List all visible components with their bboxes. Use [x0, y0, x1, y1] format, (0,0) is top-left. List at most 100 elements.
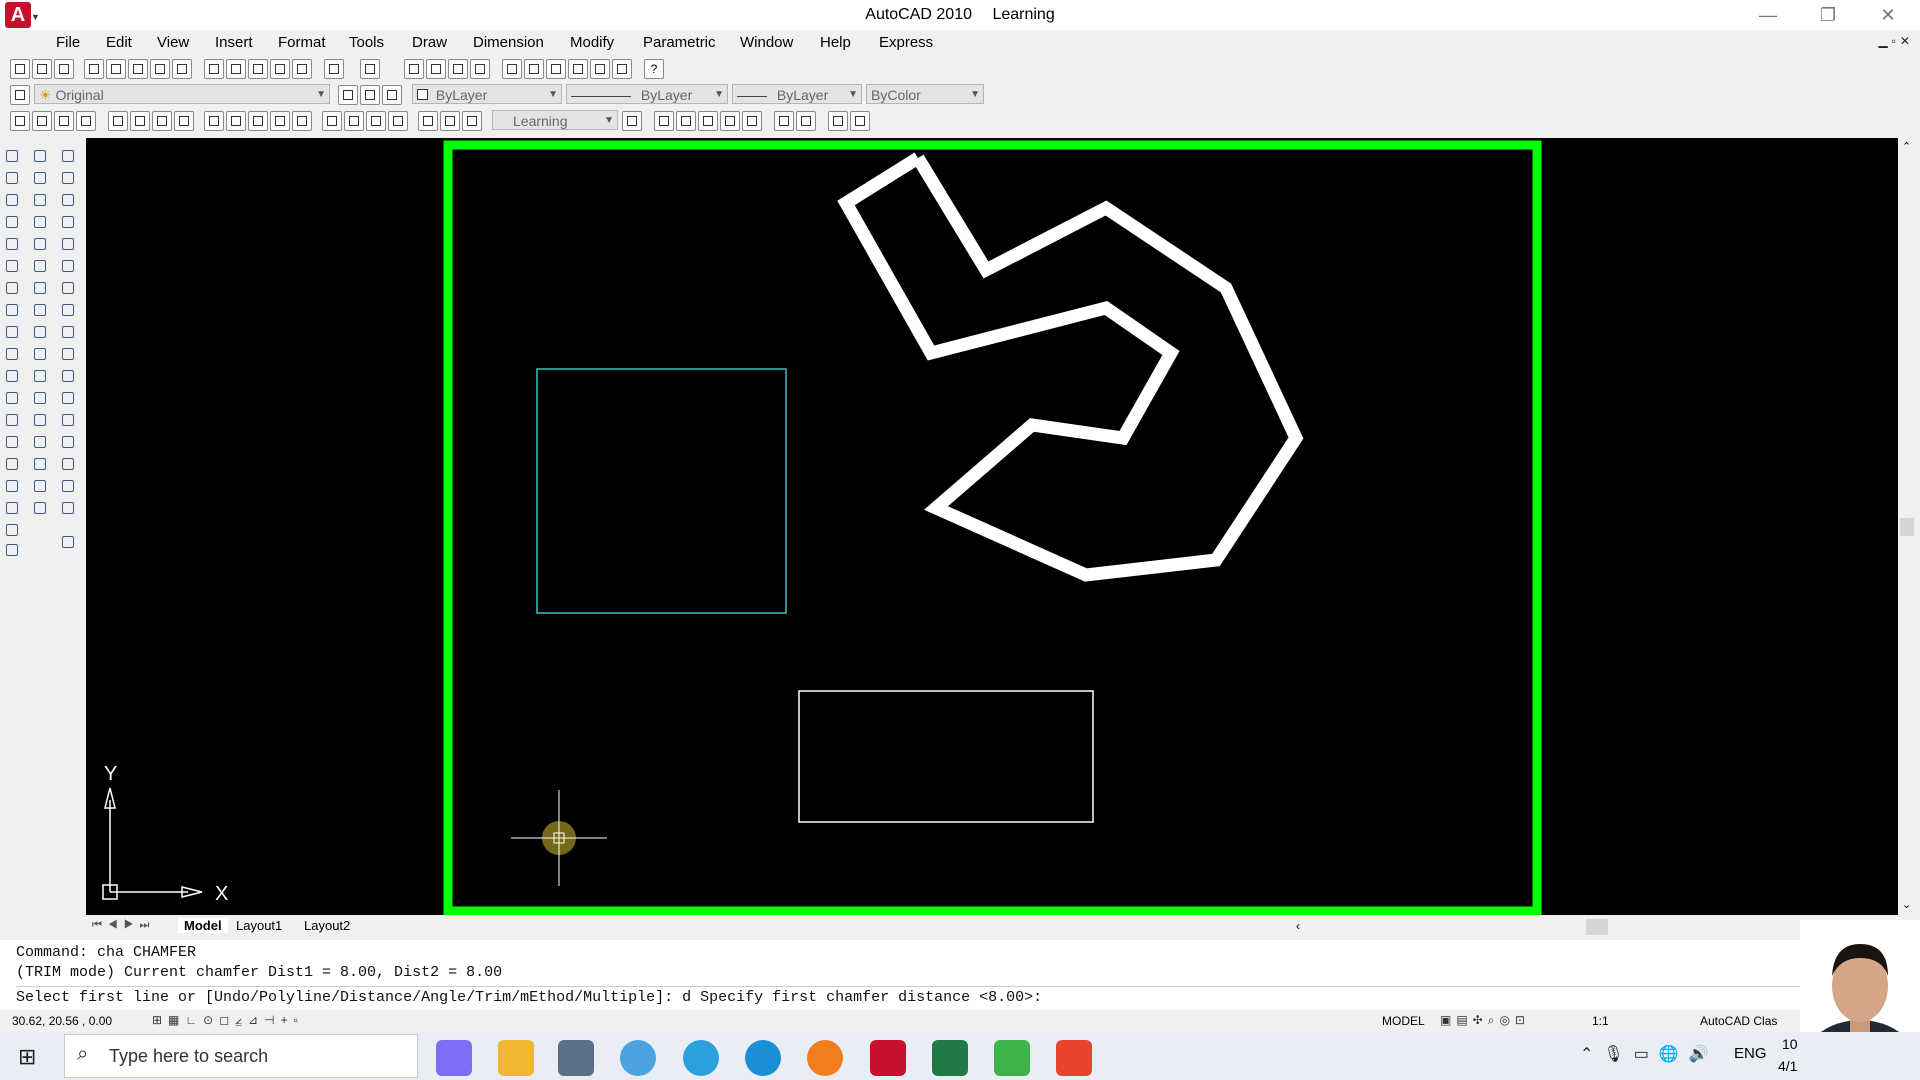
dimension-update-icon[interactable]	[462, 111, 482, 131]
close-button[interactable]: ✕	[1860, 2, 1916, 28]
trim-icon[interactable]	[32, 346, 48, 362]
move-icon[interactable]	[32, 258, 48, 274]
telegram-icon[interactable]	[683, 1040, 719, 1076]
spline-icon[interactable]	[4, 324, 20, 340]
snap-from-icon[interactable]	[60, 170, 76, 186]
jogged-linear-icon[interactable]	[388, 111, 408, 131]
layout-view-icons[interactable]: ▣▤✣⌕◎⊡	[1440, 1013, 1530, 1028]
snap-quadrant-icon[interactable]	[60, 324, 76, 340]
circle-icon[interactable]	[4, 280, 20, 296]
undo-icon[interactable]	[324, 59, 344, 79]
dimension-space-icon[interactable]	[270, 111, 290, 131]
zoom-in-icon[interactable]	[774, 111, 794, 131]
snap-midpoint-icon[interactable]	[60, 214, 76, 230]
extend-icon[interactable]	[32, 368, 48, 384]
minimize-button[interactable]: —	[1740, 2, 1796, 28]
cut-icon[interactable]	[204, 59, 224, 79]
input-language[interactable]: ENG	[1734, 1045, 1767, 1062]
snap-apparent-intersection-icon[interactable]	[60, 258, 76, 274]
3d-dwf-icon[interactable]	[150, 59, 170, 79]
gradient-icon[interactable]	[4, 478, 20, 494]
fillet-icon[interactable]	[32, 478, 48, 494]
match-properties-icon[interactable]	[270, 59, 290, 79]
copy-object-icon[interactable]	[32, 170, 48, 186]
aligned-dimension-icon[interactable]	[32, 111, 52, 131]
scroll-up-icon[interactable]: ⌃	[1902, 140, 1911, 153]
workspace-switch[interactable]: AutoCAD Clas	[1700, 1014, 1777, 1028]
clock-date[interactable]: 4/1	[1778, 1058, 1797, 1074]
snipping-tool-icon[interactable]	[620, 1040, 656, 1076]
array-icon[interactable]	[32, 236, 48, 252]
snap-endpoint-icon[interactable]	[60, 192, 76, 208]
hatch-icon[interactable]	[4, 456, 20, 472]
color-select[interactable]: ByLayer ▼	[412, 84, 562, 104]
dimension-edit-icon[interactable]	[418, 111, 438, 131]
paste-icon[interactable]	[248, 59, 268, 79]
zoom-all-icon[interactable]	[828, 111, 848, 131]
rectangle-icon[interactable]	[4, 236, 20, 252]
radius-icon[interactable]	[108, 111, 128, 131]
arc-length-icon[interactable]	[54, 111, 74, 131]
stretch-icon[interactable]	[32, 324, 48, 340]
snap-parallel-icon[interactable]	[60, 390, 76, 406]
angular-icon[interactable]	[174, 111, 194, 131]
rotate-icon[interactable]	[32, 280, 48, 296]
annotation-scale[interactable]: 1:1	[1592, 1014, 1609, 1028]
menu-window[interactable]: Window	[740, 34, 793, 51]
properties-icon[interactable]	[502, 59, 522, 79]
snap-center-icon[interactable]	[60, 302, 76, 318]
zoom-window-icon[interactable]	[448, 59, 468, 79]
scroll-thumb[interactable]	[1900, 518, 1914, 536]
maximize-button[interactable]: ❐	[1800, 2, 1856, 28]
construction-line-icon[interactable]	[4, 170, 20, 186]
inspection-icon[interactable]	[366, 111, 386, 131]
zoom-realtime-icon[interactable]	[426, 59, 446, 79]
drafting-toggle-icons[interactable]: ⊞▦∟⊙◻⦤⊿⊣+▫	[152, 1013, 304, 1028]
plot-preview-icon[interactable]	[106, 59, 126, 79]
horizontal-scroll-thumb[interactable]	[1586, 919, 1608, 935]
menu-draw[interactable]: Draw	[412, 34, 447, 51]
scroll-down-icon[interactable]: ⌄	[1902, 898, 1911, 911]
insert-block-icon[interactable]	[4, 390, 20, 406]
publish-icon[interactable]	[128, 59, 148, 79]
break-icon[interactable]	[32, 412, 48, 428]
lineweight-select[interactable]: ByLayer ▼	[732, 84, 862, 104]
revision-cloud-icon[interactable]	[4, 302, 20, 318]
scroll-left-icon[interactable]: ‹	[1296, 919, 1300, 933]
calculator-icon[interactable]	[558, 1040, 594, 1076]
make-current-layer-icon[interactable]	[338, 85, 358, 105]
menu-dimension[interactable]: Dimension	[473, 34, 544, 51]
menu-help[interactable]: Help	[820, 34, 851, 51]
jogged-icon[interactable]	[130, 111, 150, 131]
snap-insert-icon[interactable]	[60, 412, 76, 428]
closed-polyline-shape[interactable]	[837, 152, 1304, 582]
mirror-icon[interactable]	[32, 192, 48, 208]
sheet-set-icon[interactable]	[568, 59, 588, 79]
erase-icon[interactable]	[32, 148, 48, 164]
explode-icon[interactable]	[32, 500, 48, 516]
copy-icon[interactable]	[226, 59, 246, 79]
layer-state-select[interactable]: ☀ Original ▼	[34, 84, 330, 104]
taskbar-search-box[interactable]: ⌕ Type here to search	[64, 1034, 418, 1078]
camtasia-red-icon[interactable]	[1056, 1040, 1092, 1076]
model-space-label[interactable]: MODEL	[1382, 1014, 1425, 1028]
make-block-icon[interactable]	[4, 412, 20, 428]
osnap-settings-icon[interactable]	[60, 500, 76, 516]
zoom-window-icon[interactable]	[654, 111, 674, 131]
magnet-icon[interactable]	[60, 534, 76, 550]
tool-palettes-icon[interactable]	[546, 59, 566, 79]
snap-node-icon[interactable]	[60, 434, 76, 450]
firefox-icon[interactable]	[807, 1040, 843, 1076]
save-icon[interactable]	[54, 59, 74, 79]
linear-dimension-icon[interactable]	[10, 111, 30, 131]
drawing-area[interactable]: Y X	[86, 138, 1898, 915]
chamfer-icon[interactable]	[32, 456, 48, 472]
pan-icon[interactable]	[404, 59, 424, 79]
ellipse-icon[interactable]	[4, 346, 20, 362]
arc-icon[interactable]	[4, 258, 20, 274]
edge-browser-icon[interactable]	[745, 1040, 781, 1076]
autocad-taskbar-icon[interactable]	[870, 1040, 906, 1076]
etransmit-icon[interactable]	[172, 59, 192, 79]
vertical-scrollbar[interactable]: ⌃ ⌄	[1898, 138, 1916, 915]
continue-icon[interactable]	[248, 111, 268, 131]
